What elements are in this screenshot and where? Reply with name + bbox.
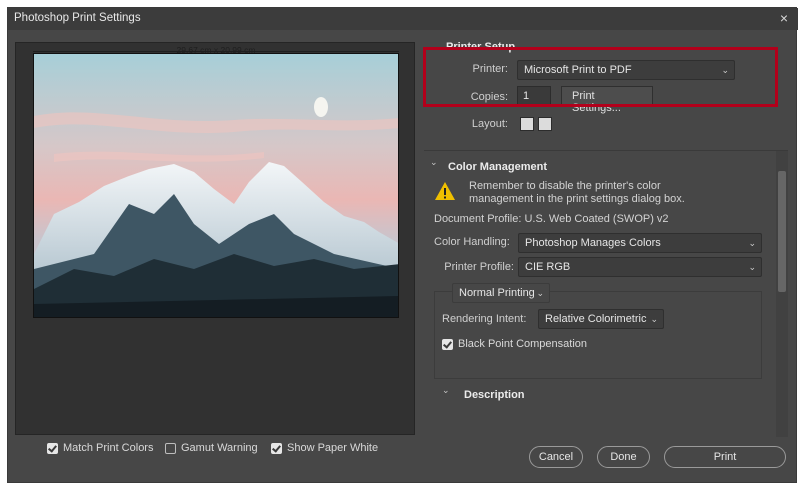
- print-settings-button[interactable]: Print Settings...: [561, 86, 653, 114]
- warning-icon: [435, 182, 455, 200]
- normal-printing-value: Normal Printing: [459, 287, 535, 299]
- scrollbar[interactable]: [776, 151, 788, 437]
- match-print-colors-label: Match Print Colors: [63, 442, 154, 454]
- description-title: Description: [464, 389, 525, 401]
- collapse-chevron-icon[interactable]: ⌄: [430, 157, 438, 168]
- printing-options-group: [434, 291, 762, 379]
- match-print-colors-checkbox[interactable]: Match Print Colors: [47, 442, 153, 454]
- dimension-line: [33, 51, 399, 52]
- done-button[interactable]: Done: [597, 446, 650, 468]
- rendering-intent-select[interactable]: Relative Colorimetric ⌄: [538, 309, 664, 329]
- print-settings-window: Photoshop Print Settings × 29,67 cm x 20…: [7, 7, 798, 483]
- chevron-down-icon: ⌄: [650, 314, 658, 324]
- black-point-compensation-checkbox[interactable]: Black Point Compensation: [442, 338, 587, 350]
- show-paper-white-label: Show Paper White: [287, 442, 379, 454]
- title-bar: Photoshop Print Settings ×: [8, 8, 798, 30]
- close-icon[interactable]: ×: [777, 10, 791, 26]
- color-management-title: Color Management: [448, 161, 548, 173]
- layout-label: Layout:: [471, 118, 508, 130]
- mountain-photo-icon: [34, 54, 398, 317]
- preview-image[interactable]: [33, 53, 399, 318]
- checkbox-checked-icon: [47, 442, 58, 454]
- expand-chevron-icon[interactable]: ⌄: [442, 385, 450, 396]
- checkbox-checked-icon: [271, 442, 282, 454]
- printer-value: Microsoft Print to PDF: [524, 64, 632, 76]
- printer-label: Printer:: [472, 63, 508, 75]
- gamut-warning-checkbox[interactable]: Gamut Warning: [165, 442, 258, 454]
- cancel-button[interactable]: Cancel: [529, 446, 583, 468]
- warning-text: Remember to disable the printer's color …: [469, 180, 685, 205]
- chevron-down-icon: ⌄: [748, 238, 756, 248]
- rendering-intent-label: Rendering Intent:: [442, 313, 527, 325]
- color-management-panel: ⌄ Color Management Remember to disable t…: [424, 150, 788, 437]
- show-paper-white-checkbox[interactable]: Show Paper White: [271, 442, 378, 454]
- color-handling-select[interactable]: Photoshop Manages Colors ⌄: [518, 233, 762, 253]
- black-point-compensation-label: Black Point Compensation: [458, 338, 588, 350]
- printer-profile-select[interactable]: CIE RGB ⌄: [518, 257, 762, 277]
- printer-profile-value: CIE RGB: [525, 261, 571, 273]
- gamut-warning-label: Gamut Warning: [181, 442, 258, 454]
- rendering-intent-value: Relative Colorimetric: [545, 313, 647, 325]
- copies-label: Copies:: [470, 91, 508, 103]
- print-preview: 29,67 cm x 20,99 cm: [15, 42, 415, 435]
- checkbox-checked-icon: [442, 338, 453, 350]
- chevron-down-icon: ⌄: [536, 288, 544, 298]
- color-handling-value: Photoshop Manages Colors: [525, 237, 661, 249]
- window-title: Photoshop Print Settings: [14, 12, 141, 24]
- printer-setup-title: Printer Setup: [446, 41, 516, 53]
- copies-input[interactable]: 1: [517, 86, 551, 106]
- checkbox-unchecked-icon: [165, 442, 176, 454]
- chevron-down-icon: ⌄: [748, 262, 756, 272]
- document-profile: Document Profile: U.S. Web Coated (SWOP)…: [434, 213, 669, 225]
- normal-printing-select[interactable]: Normal Printing ⌄: [452, 283, 550, 303]
- printer-select[interactable]: Microsoft Print to PDF ⌄: [517, 60, 735, 80]
- scroll-thumb[interactable]: [778, 171, 786, 292]
- color-handling-label: Color Handling:: [434, 236, 510, 248]
- print-button[interactable]: Print: [664, 446, 786, 468]
- chevron-down-icon: ⌄: [721, 65, 729, 75]
- portrait-layout-icon[interactable]: [520, 117, 534, 131]
- printer-profile-label: Printer Profile:: [444, 261, 514, 273]
- landscape-layout-icon[interactable]: [538, 117, 552, 131]
